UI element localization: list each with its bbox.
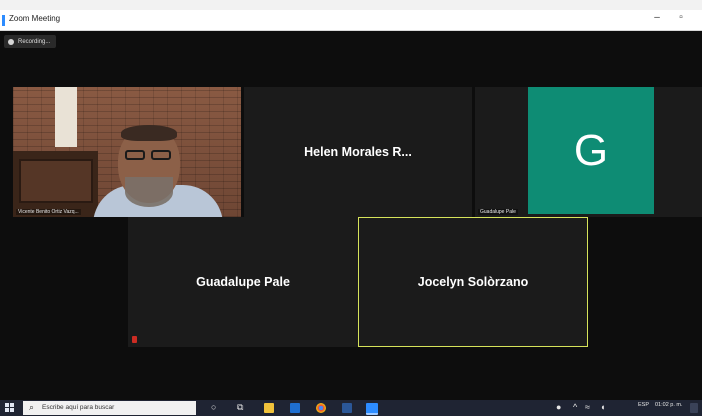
chrome-icon[interactable]: [316, 403, 326, 413]
participant-tile-guadalupe[interactable]: Guadalupe Pale: [128, 217, 358, 347]
taskbar: ⌕ Escribe aquí para buscar ○ ⧉ ● ^ ≈ ◖ E…: [0, 400, 702, 416]
video-window: [55, 87, 77, 147]
taskbar-search-box[interactable]: ⌕ Escribe aquí para buscar: [23, 401, 196, 415]
notifications-icon[interactable]: [690, 403, 698, 413]
participant-name: Guadalupe Pale: [478, 209, 518, 215]
video-person-hair: [121, 125, 177, 141]
muted-microphone-icon: [132, 336, 137, 343]
participant-name: Guadalupe Pale: [196, 275, 290, 289]
language-indicator[interactable]: ESP: [638, 402, 649, 408]
restore-button[interactable]: ▫: [674, 12, 688, 23]
participant-name: Vicente Benito Ortiz Vazq...: [16, 209, 81, 215]
zoom-icon[interactable]: [366, 403, 378, 415]
clock-time[interactable]: 01:02 p. m.: [655, 402, 683, 408]
minimize-button[interactable]: –: [650, 12, 664, 23]
participant-tile-helen[interactable]: Helen Morales R...: [244, 87, 472, 217]
recording-icon: [8, 38, 14, 45]
participant-avatar: G: [528, 87, 654, 214]
participant-tile-guadalupe-avatar[interactable]: G Guadalupe Pale: [475, 87, 702, 217]
search-placeholder: Escribe aquí para buscar: [42, 404, 115, 411]
window-title: Zoom Meeting: [9, 14, 61, 23]
participant-tile-jocelyn[interactable]: Jocelyn Solòrzano: [358, 217, 588, 347]
network-icon[interactable]: ●: [556, 402, 561, 412]
video-person-glasses: [123, 150, 175, 161]
outlook-icon[interactable]: [290, 403, 300, 413]
wifi-icon[interactable]: ≈: [585, 402, 590, 412]
meeting-area: Recording... Vicente Benito Ortiz Vazq..…: [0, 31, 702, 400]
volume-icon[interactable]: ◖: [600, 402, 605, 412]
video-person-beard: [125, 177, 173, 207]
windows-start-icon[interactable]: [5, 403, 15, 413]
chevron-up-icon[interactable]: ^: [573, 402, 577, 412]
video-shelf: [13, 151, 98, 217]
participant-name: Helen Morales R...: [304, 145, 412, 159]
participant-tile-vicente[interactable]: Vicente Benito Ortiz Vazq...: [13, 87, 241, 217]
cortana-icon[interactable]: ○: [211, 402, 216, 412]
top-strip: [0, 0, 702, 10]
recording-label: Recording...: [18, 38, 51, 45]
task-view-icon[interactable]: ⧉: [237, 402, 243, 413]
participant-name: Jocelyn Solòrzano: [417, 275, 529, 289]
file-explorer-icon[interactable]: [264, 403, 274, 413]
recording-indicator[interactable]: Recording...: [4, 35, 57, 48]
word-icon[interactable]: [342, 403, 352, 413]
title-bar: Zoom Meeting – ▫: [0, 10, 702, 31]
search-icon: ⌕: [29, 402, 35, 412]
zoom-app-icon: [2, 15, 5, 26]
